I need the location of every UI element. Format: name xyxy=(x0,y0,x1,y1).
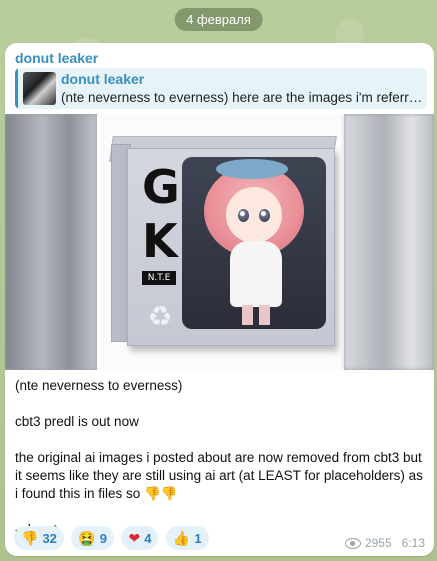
views-eye-icon xyxy=(344,538,361,550)
sender-name[interactable]: donut leaker xyxy=(15,50,98,66)
photo-content: G K N.T.E ♻ xyxy=(97,114,344,370)
character-eye-right xyxy=(259,209,270,222)
character-face xyxy=(226,187,282,243)
caption-line: the original ai images i posted about ar… xyxy=(15,450,423,501)
box-letter-g: G xyxy=(142,160,180,214)
reaction-count: 1 xyxy=(194,530,202,546)
recycle-icon: ♻ xyxy=(147,301,173,332)
character-dress xyxy=(230,241,282,307)
character-eye-left xyxy=(238,209,249,222)
reactions-bar: 👎 32 🤮 9 ❤ 4 👍 1 xyxy=(14,526,212,550)
vomit-face-icon: 🤮 xyxy=(78,529,96,546)
date-separator: 4 февраля xyxy=(174,8,263,31)
reply-thumbnail xyxy=(23,72,56,105)
reply-sender-name: donut leaker xyxy=(61,71,145,87)
message-photo[interactable]: G K N.T.E ♻ xyxy=(5,114,434,370)
character-legs xyxy=(242,305,270,325)
character-beret xyxy=(216,159,288,179)
caption-line: (nte neverness to everness) xyxy=(15,378,183,393)
reaction-vomit[interactable]: 🤮 9 xyxy=(71,526,115,550)
reaction-thumbs-up[interactable]: 👍 1 xyxy=(165,526,209,550)
thumbs-down-icon: 👎 xyxy=(21,529,39,546)
character-illustration xyxy=(182,157,326,329)
thumbs-up-icon: 👍 xyxy=(172,529,191,546)
message-bubble[interactable]: donut leaker donut leaker (nte neverness… xyxy=(5,43,434,556)
box-logo: G K N.T.E xyxy=(142,159,180,289)
photo-blur-right xyxy=(344,114,434,370)
reaction-count: 9 xyxy=(99,530,108,546)
message-meta: 2955 6:13 xyxy=(344,536,425,550)
view-count: 2955 xyxy=(364,536,392,550)
reply-preview[interactable]: donut leaker (nte neverness to everness)… xyxy=(15,68,427,109)
message-text: (nte neverness to everness) cbt3 predl i… xyxy=(15,377,427,539)
reaction-heart[interactable]: ❤ 4 xyxy=(121,526,159,550)
reply-accent-bar xyxy=(15,68,18,109)
reaction-count: 4 xyxy=(144,530,152,546)
caption-line: cbt3 predl is out now xyxy=(15,414,139,429)
box-letter-k: K xyxy=(142,214,178,268)
box-label: N.T.E xyxy=(142,271,176,285)
reaction-thumbs-down[interactable]: 👎 32 xyxy=(14,526,64,550)
reaction-count: 32 xyxy=(42,530,57,546)
message-time: 6:13 xyxy=(401,536,425,550)
blind-box: G K N.T.E ♻ xyxy=(127,148,335,346)
photo-blur-left xyxy=(5,114,97,370)
reply-text: (nte neverness to everness) here are the… xyxy=(61,90,423,105)
heart-icon: ❤ xyxy=(128,529,141,546)
